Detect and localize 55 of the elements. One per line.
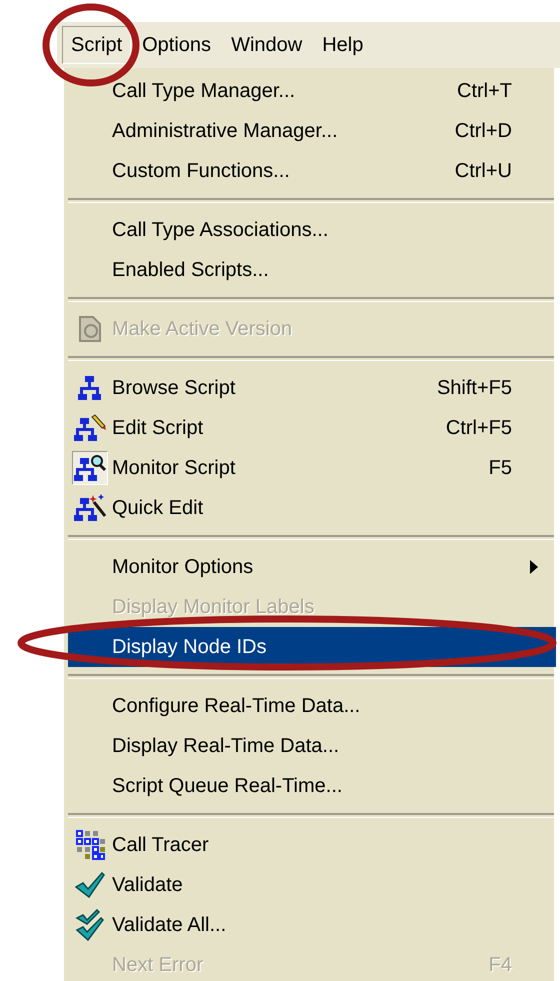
- menu-item-label: Validate All...: [112, 914, 228, 936]
- menu-item-label: Call Tracer: [112, 834, 210, 856]
- shortcut-label: Shift+F5: [436, 376, 512, 400]
- menu-item[interactable]: Custom Functions... Ctrl+U: [68, 151, 556, 191]
- flowchart-magnifier-icon: [74, 454, 106, 482]
- shortcut-label: Ctrl+T: [457, 80, 512, 102]
- double-checkmark-icon: [75, 909, 105, 941]
- menu-bar-item[interactable]: Window: [222, 26, 312, 64]
- menu-item-label: Call Type Manager...: [112, 80, 296, 102]
- menu-item-label: Administrative Manager...: [112, 120, 339, 142]
- menu-item[interactable]: Call Tracer: [68, 825, 556, 865]
- checkmark-icon: [75, 872, 105, 898]
- menu-item-label: Monitor Script: [112, 456, 236, 480]
- flowchart-pencil-icon: [74, 414, 106, 442]
- menu-item-label: Edit Script: [112, 416, 204, 440]
- menu-item[interactable]: Quick Edit: [68, 488, 556, 528]
- menu-bar-item[interactable]: Help: [313, 26, 372, 64]
- menu-item-label: Validate: [112, 874, 184, 896]
- menu-item[interactable]: Call Type Associations...: [68, 210, 556, 250]
- shortcut-label: Ctrl+F5: [446, 416, 512, 440]
- menu-item[interactable]: Configure Real-Time Data...: [68, 686, 556, 726]
- shortcut-label: F5: [488, 456, 512, 480]
- shortcut-label: Ctrl+D: [454, 120, 512, 142]
- menu-item[interactable]: Display Real-Time Data...: [68, 726, 556, 766]
- grid-icon: [75, 830, 105, 860]
- menu-item[interactable]: Edit Script Ctrl+F5: [68, 408, 556, 448]
- menu-item-label: Next Error: [112, 954, 204, 976]
- menu-item-label: Script Queue Real-Time...: [112, 774, 344, 798]
- menu-item-label: Custom Functions...: [112, 160, 291, 182]
- menu-item-label: Display Real-Time Data...: [112, 734, 340, 758]
- document-icon: [77, 315, 103, 343]
- menu-bar-item[interactable]: Options: [133, 26, 220, 64]
- menu-item[interactable]: Administrative Manager... Ctrl+D: [68, 111, 556, 151]
- menu-item[interactable]: Monitor Script F5: [68, 448, 556, 488]
- flowchart-wand-icon: [74, 494, 106, 522]
- menu-item[interactable]: Validate All...: [68, 905, 556, 945]
- shortcut-label: Ctrl+U: [454, 160, 512, 182]
- menu-bar-item[interactable]: Script: [62, 26, 132, 64]
- menu-item-label: Display Monitor Labels: [112, 596, 316, 618]
- menu-item-label: Enabled Scripts...: [112, 258, 270, 282]
- menu-item-label: Monitor Options: [112, 556, 254, 578]
- menu-item-label: Quick Edit: [112, 496, 204, 520]
- menu-item[interactable]: Validate: [68, 865, 556, 905]
- menu-item[interactable]: Monitor Options: [68, 547, 556, 587]
- menu-item[interactable]: Enabled Scripts...: [68, 250, 556, 290]
- menu-item[interactable]: Call Type Manager... Ctrl+T: [68, 71, 556, 111]
- menu-item-label: Configure Real-Time Data...: [112, 694, 362, 718]
- menu-item[interactable]: Browse Script Shift+F5: [68, 368, 556, 408]
- flowchart-icon: [77, 375, 103, 401]
- menu-item-label: Make Active Version: [112, 318, 294, 340]
- menu-item[interactable]: Script Queue Real-Time...: [68, 766, 556, 806]
- menu-item-label: Call Type Associations...: [112, 218, 330, 242]
- menu-item-label: Display Node IDs: [112, 636, 268, 658]
- menu-item-label: Browse Script: [112, 376, 236, 400]
- shortcut-label: F4: [488, 954, 512, 976]
